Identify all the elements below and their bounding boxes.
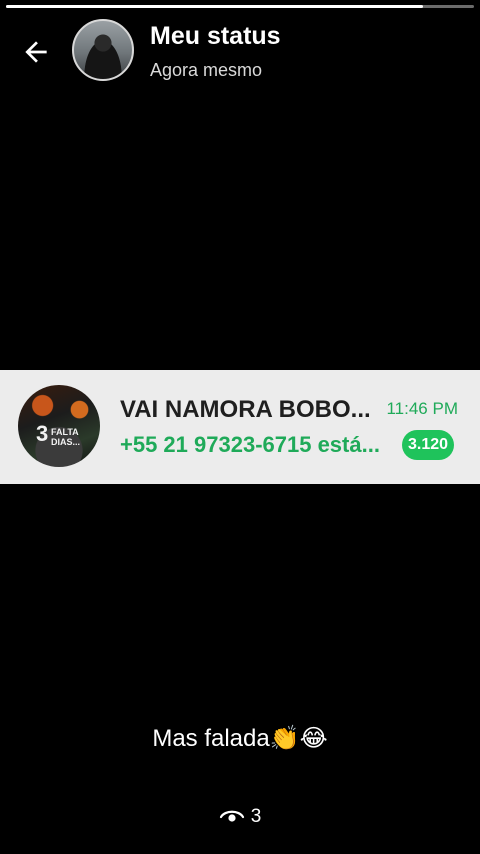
back-button[interactable] bbox=[16, 32, 56, 72]
chat-time: 11:46 PM bbox=[386, 399, 458, 418]
chat-title: VAI NAMORA BOBO... bbox=[120, 396, 371, 423]
chat-last-message: +55 21 97323-6715 está... bbox=[120, 432, 380, 457]
story-progress-fill bbox=[6, 5, 423, 8]
views-count: 3 bbox=[250, 806, 262, 827]
chat-notification-card[interactable]: 3 FALTA DIAS... VAI NAMORA BOBO... 11:46… bbox=[0, 370, 480, 484]
avatar[interactable] bbox=[72, 19, 134, 81]
page-title: Meu status bbox=[150, 22, 281, 50]
avatar-line2: DIAS... bbox=[51, 437, 81, 447]
status-header: Meu status Agora mesmo bbox=[0, 18, 480, 82]
status-timestamp: Agora mesmo bbox=[150, 60, 263, 80]
group-avatar: 3 FALTA DIAS... bbox=[18, 385, 100, 467]
unread-count-badge: 3.120 bbox=[402, 430, 454, 460]
eye-icon bbox=[219, 810, 244, 822]
avatar-line1: FALTA bbox=[51, 427, 79, 437]
status-caption: Mas falada👏😂 bbox=[152, 725, 328, 752]
views-counter[interactable]: 3 bbox=[0, 806, 480, 828]
avatar-number: 3 bbox=[36, 421, 49, 446]
story-progress-bar bbox=[6, 5, 474, 8]
arrow-left-icon bbox=[25, 41, 47, 63]
